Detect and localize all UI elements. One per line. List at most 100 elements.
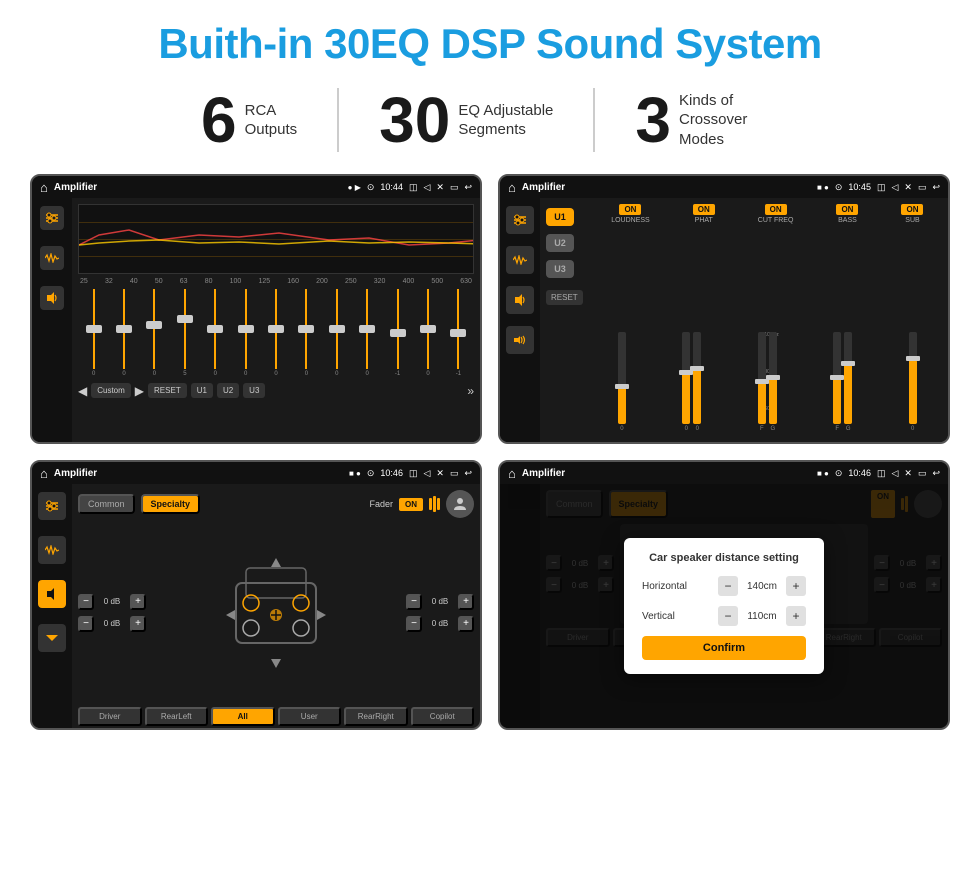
distance-close-icon: ✕ — [904, 468, 912, 479]
eq-slider-11[interactable] — [384, 289, 411, 369]
eq-slider-5[interactable] — [202, 289, 229, 369]
eq-main: 253240506380100125160200250320400500630 — [72, 198, 480, 442]
distance-camera-icon: ◫ — [877, 468, 886, 479]
fader-rearleft-button[interactable]: RearLeft — [145, 707, 209, 726]
horizontal-minus-button[interactable]: − — [718, 576, 738, 596]
eq-slider-12[interactable] — [414, 289, 441, 369]
vol-plus-1[interactable]: + — [130, 594, 146, 610]
eq-reset-button[interactable]: RESET — [148, 383, 187, 398]
eq-expand-button[interactable]: » — [467, 384, 474, 398]
crossover-volume2-icon[interactable] — [506, 326, 534, 354]
vertical-minus-button[interactable]: − — [718, 606, 738, 626]
eq-u1-button[interactable]: U1 — [191, 383, 213, 398]
phat-on-badge[interactable]: ON — [693, 204, 715, 215]
fader-rearright-button[interactable]: RearRight — [344, 707, 408, 726]
fader-camera-icon: ◫ — [409, 468, 418, 479]
vol-ctrl-4: − 0 dB + — [406, 616, 474, 632]
eq-freq-labels: 253240506380100125160200250320400500630 — [78, 278, 474, 285]
eq-slider-6[interactable] — [232, 289, 259, 369]
vertical-plus-button[interactable]: + — [786, 606, 806, 626]
fader-speaker-icon[interactable] — [38, 580, 66, 608]
fader-expand-icon[interactable] — [38, 624, 66, 652]
fader-specialty-tab[interactable]: Specialty — [141, 494, 201, 514]
fader-all-button[interactable]: All — [211, 707, 275, 726]
stat-eq-number: 30 — [379, 88, 450, 152]
eq-custom-button[interactable]: Custom — [91, 383, 131, 398]
crossover-u2-button[interactable]: U2 — [546, 234, 574, 252]
crossover-home-icon[interactable]: ⌂ — [508, 180, 516, 195]
eq-window-icon: ▭ — [450, 182, 459, 193]
vol-minus-3[interactable]: − — [406, 594, 422, 610]
fader-person-icon[interactable] — [446, 490, 474, 518]
distance-time: 10:46 — [848, 468, 871, 478]
eq-slider-7[interactable] — [262, 289, 289, 369]
crossover-waveform-icon[interactable] — [506, 246, 534, 274]
distance-volume-icon: ◁ — [891, 468, 898, 479]
eq-home-icon[interactable]: ⌂ — [40, 180, 48, 195]
fader-window-icon: ▭ — [450, 468, 459, 479]
eq-u3-button[interactable]: U3 — [243, 383, 265, 398]
sub-on-badge[interactable]: ON — [901, 204, 923, 215]
stat-eq: 30 EQ Adjustable Segments — [339, 88, 595, 152]
cutfreq-on-badge[interactable]: ON — [765, 204, 787, 215]
vol-plus-2[interactable]: + — [130, 616, 146, 632]
crossover-app-title: Amplifier — [522, 182, 811, 193]
distance-home-icon[interactable]: ⌂ — [508, 466, 516, 481]
eq-speaker-icon[interactable] — [40, 286, 64, 310]
fader-driver-button[interactable]: Driver — [78, 707, 142, 726]
loudness-on-badge[interactable]: ON — [619, 204, 641, 215]
fader-user-button[interactable]: User — [278, 707, 342, 726]
fader-time: 10:46 — [380, 468, 403, 478]
eq-status-dots: ● ▶ — [348, 183, 361, 192]
horizontal-plus-button[interactable]: + — [786, 576, 806, 596]
eq-u2-button[interactable]: U2 — [217, 383, 239, 398]
crossover-window-icon: ▭ — [918, 182, 927, 193]
fader-common-tab[interactable]: Common — [78, 494, 135, 514]
crossover-u1-button[interactable]: U1 — [546, 208, 574, 226]
vol-plus-3[interactable]: + — [458, 594, 474, 610]
fader-copilot-button[interactable]: Copilot — [411, 707, 475, 726]
eq-slider-3[interactable] — [141, 289, 168, 369]
eq-slider-9[interactable] — [323, 289, 350, 369]
vol-minus-1[interactable]: − — [78, 594, 94, 610]
fader-back-icon[interactable]: ↩ — [464, 468, 472, 479]
crossover-back-icon[interactable]: ↩ — [932, 182, 940, 193]
vol-minus-2[interactable]: − — [78, 616, 94, 632]
bass-on-badge[interactable]: ON — [836, 204, 858, 215]
vol-plus-4[interactable]: + — [458, 616, 474, 632]
fader-on-toggle[interactable]: ON — [399, 498, 423, 511]
eq-next-button[interactable]: ▶ — [135, 384, 144, 398]
crossover-reset-button[interactable]: RESET — [546, 290, 583, 305]
eq-slider-8[interactable] — [293, 289, 320, 369]
eq-slider-1[interactable] — [80, 289, 107, 369]
car-diagram — [221, 553, 331, 673]
vol-minus-4[interactable]: − — [406, 616, 422, 632]
distance-back-icon[interactable]: ↩ — [932, 468, 940, 479]
distance-status-bar: ⌂ Amplifier ■ ● ⊙ 10:46 ◫ ◁ ✕ ▭ ↩ — [500, 462, 948, 484]
horizontal-value: 140cm — [742, 581, 782, 592]
crossover-filter-icon[interactable] — [506, 206, 534, 234]
eq-filter-icon[interactable] — [40, 206, 64, 230]
eq-waveform-icon[interactable] — [40, 246, 64, 270]
stat-crossover-number: 3 — [635, 88, 671, 152]
eq-back-icon[interactable]: ↩ — [464, 182, 472, 193]
confirm-button[interactable]: Confirm — [642, 636, 806, 660]
eq-volume-icon: ◁ — [423, 182, 430, 193]
eq-slider-10[interactable] — [354, 289, 381, 369]
crossover-speaker-icon[interactable] — [506, 286, 534, 314]
eq-graph — [78, 204, 474, 274]
eq-slider-4[interactable] — [171, 289, 198, 369]
eq-slider-2[interactable] — [110, 289, 137, 369]
dialog-title: Car speaker distance setting — [642, 552, 806, 564]
stat-crossover: 3 Kinds of Crossover Modes — [595, 88, 819, 152]
eq-close-icon: ✕ — [436, 182, 444, 193]
crossover-volume-icon: ◁ — [891, 182, 898, 193]
fader-waveform-icon[interactable] — [38, 536, 66, 564]
eq-prev-button[interactable]: ◀ — [78, 384, 87, 398]
fader-home-icon[interactable]: ⌂ — [40, 466, 48, 481]
eq-slider-13[interactable] — [445, 289, 472, 369]
crossover-u3-button[interactable]: U3 — [546, 260, 574, 278]
fader-filter-icon[interactable] — [38, 492, 66, 520]
distance-status-dots: ■ ● — [817, 469, 829, 478]
distance-app-title: Amplifier — [522, 468, 811, 479]
